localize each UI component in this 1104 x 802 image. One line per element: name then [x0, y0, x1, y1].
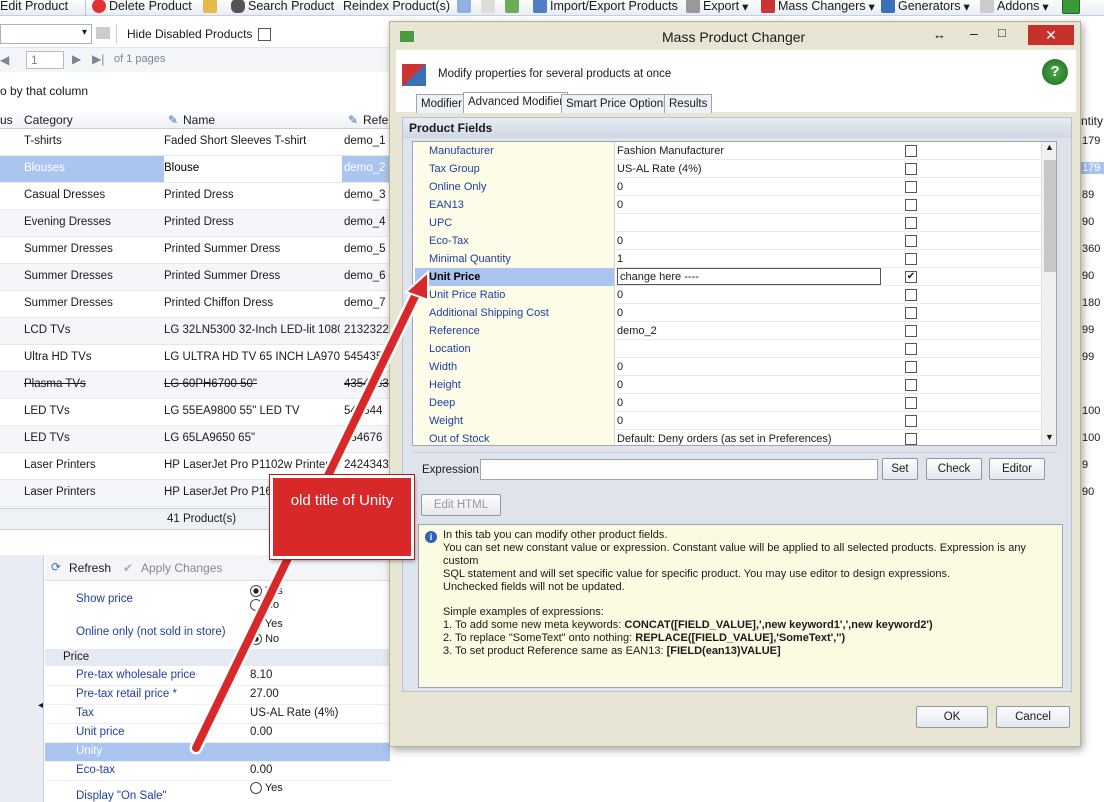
annotation-arrow	[189, 269, 429, 755]
annotation-callout: old title of Unity	[269, 474, 415, 560]
